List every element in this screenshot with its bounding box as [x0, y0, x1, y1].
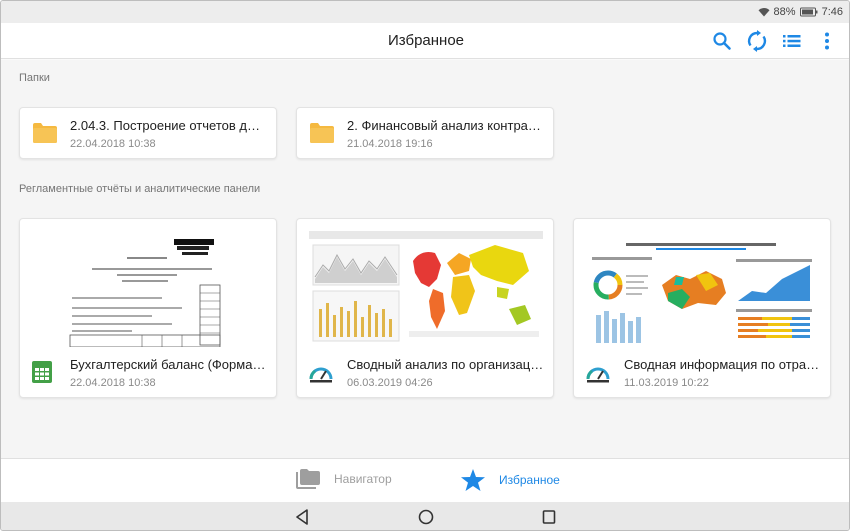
- folder-icon: [33, 123, 57, 143]
- battery-percent: 88%: [773, 6, 796, 18]
- nav-favorites[interactable]: Избранное: [461, 469, 560, 491]
- folder-date: 21.04.2018 19:16: [347, 138, 433, 150]
- russia-map-dashboard-thumbnail: [586, 231, 820, 347]
- app-bar: Избранное: [1, 23, 849, 59]
- app-bar-actions: [710, 29, 839, 53]
- balance-sheet-thumbnail: [32, 231, 266, 347]
- more-vert-icon: [825, 32, 829, 50]
- nav-navigator-label: Навигатор: [334, 472, 392, 486]
- report-card[interactable]: Сводный анализ по организациям 06.03.201…: [296, 218, 554, 398]
- spreadsheet-icon: [32, 361, 52, 383]
- bottom-navigation: Навигатор Избранное: [1, 458, 849, 502]
- tablet-screen: 88% 7:46 Избранное Папки 2.04.3. Построе…: [0, 0, 850, 531]
- folder-stack-icon: [296, 469, 320, 489]
- report-card[interactable]: Бухгалтерский баланс (Форма №1) 22.04.20…: [19, 218, 277, 398]
- folder-date: 22.04.2018 10:38: [70, 138, 156, 150]
- nav-navigator[interactable]: Навигатор: [296, 469, 392, 489]
- reports-section-title: Регламентные отчёты и аналитические пане…: [19, 183, 261, 195]
- dashboard-gauge-icon: [309, 367, 333, 383]
- folder-title: 2.04.3. Построение отчетов для анализа: [70, 118, 265, 133]
- report-date: 06.03.2019 04:26: [347, 377, 433, 389]
- report-title: Сводная информация по отраслям: [624, 357, 822, 372]
- back-icon[interactable]: [295, 509, 309, 525]
- favorites-content: Папки 2.04.3. Построение отчетов для ана…: [1, 60, 849, 458]
- folder-title: 2. Финансовый анализ контрагентов: [347, 118, 542, 133]
- recents-icon[interactable]: [542, 509, 556, 525]
- folder-icon: [310, 123, 334, 143]
- search-button[interactable]: [710, 29, 734, 53]
- sync-icon: [747, 30, 767, 52]
- status-bar: 88% 7:46: [1, 1, 849, 23]
- report-title: Сводный анализ по организациям: [347, 357, 545, 372]
- search-icon: [713, 32, 731, 50]
- system-navigation-bar: [1, 502, 849, 530]
- report-date: 11.03.2019 10:22: [624, 377, 709, 389]
- dashboard-gauge-icon: [586, 367, 610, 383]
- clock: 7:46: [821, 6, 843, 18]
- folder-card[interactable]: 2. Финансовый анализ контрагентов 21.04.…: [296, 107, 554, 159]
- star-icon: [461, 469, 485, 491]
- report-card[interactable]: Сводная информация по отраслям 11.03.201…: [573, 218, 831, 398]
- report-date: 22.04.2018 10:38: [70, 377, 156, 389]
- nav-favorites-label: Избранное: [499, 473, 560, 487]
- folders-section-title: Папки: [19, 72, 50, 84]
- battery-icon: [799, 7, 818, 17]
- folder-card[interactable]: 2.04.3. Построение отчетов для анализа 2…: [19, 107, 277, 159]
- list-view-button[interactable]: [780, 29, 804, 53]
- more-options-button[interactable]: [815, 29, 839, 53]
- list-view-icon: [783, 35, 801, 47]
- sync-button[interactable]: [745, 29, 769, 53]
- world-map-dashboard-thumbnail: [309, 231, 543, 347]
- wifi-icon: [758, 8, 770, 17]
- home-icon[interactable]: [418, 509, 434, 525]
- report-title: Бухгалтерский баланс (Форма №1): [70, 357, 268, 372]
